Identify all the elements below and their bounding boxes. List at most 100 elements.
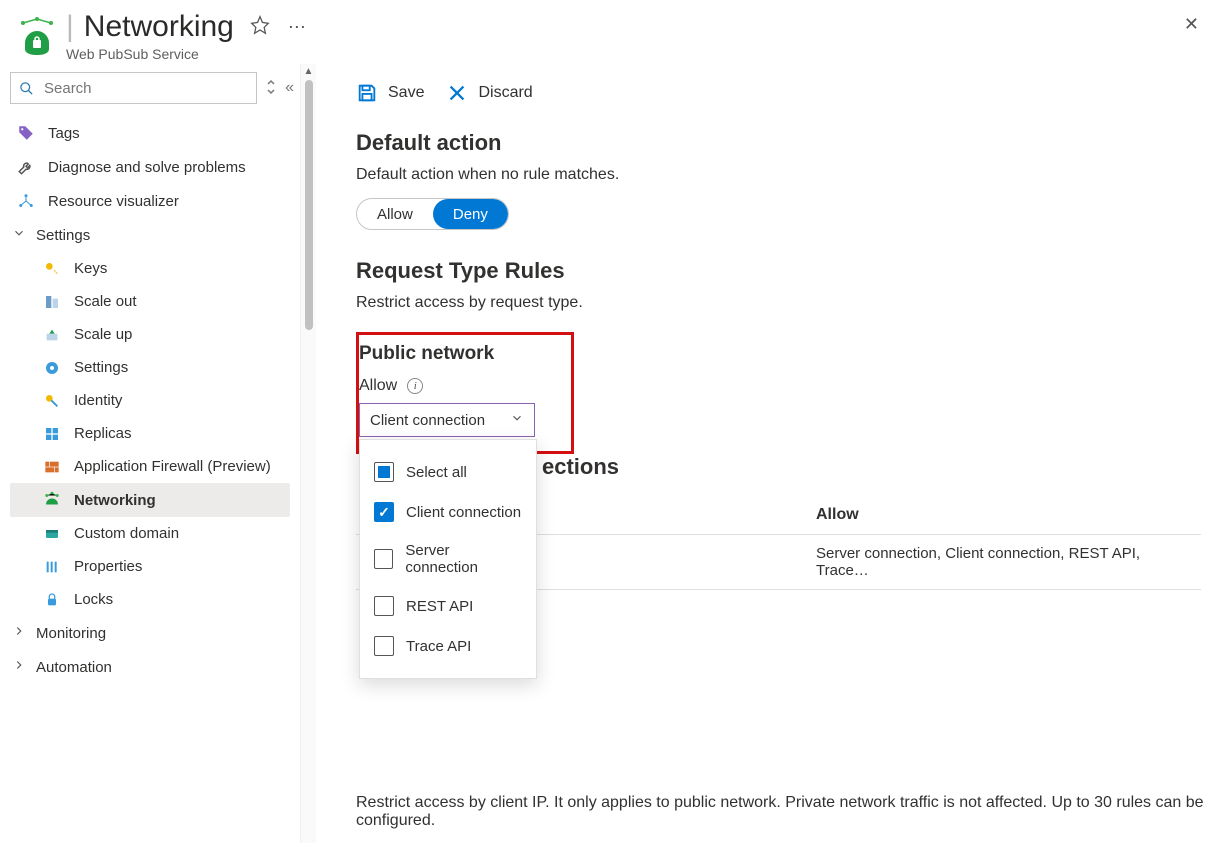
discard-button[interactable]: Discard [446,82,532,104]
sidebar-item-locks[interactable]: Locks [10,583,290,616]
sidebar-item-settings[interactable]: Settings [10,351,290,384]
allow-dropdown[interactable]: Client connection [359,403,535,437]
service-subtitle: Web PubSub Service [66,46,306,62]
sidebar-item-tags[interactable]: Tags [10,116,290,150]
more-icon[interactable]: ⋯ [288,17,306,38]
dd-opt-select-all[interactable]: Select all [374,452,522,492]
sidebar-item-label: Settings [74,359,128,376]
title-divider: | [66,10,74,44]
lock-icon [42,592,62,608]
dropdown-selected-value: Client connection [370,412,485,429]
request-rules-title: Request Type Rules [356,258,1209,284]
scroll-thumb[interactable] [305,80,313,330]
key-icon [42,261,62,277]
dd-opt-rest-api[interactable]: REST API [374,586,522,626]
allow-label: Allow [359,377,397,395]
toggle-allow[interactable]: Allow [357,199,433,229]
dd-opt-trace-api[interactable]: Trace API [374,626,522,666]
sidebar-item-custom-domain[interactable]: Custom domain [10,517,290,550]
sidebar-item-label: Locks [74,591,113,608]
sidebar-group-settings[interactable]: Settings [10,218,290,252]
chevron-down-icon [12,226,28,244]
wrench-icon [16,158,36,176]
sidebar-item-label: Networking [74,492,156,509]
pe-allow-header: Allow [796,496,1201,535]
sidebar-item-label: Application Firewall (Preview) [74,458,271,475]
sidebar-item-resource-viz[interactable]: Resource visualizer [10,184,290,218]
dd-opt-label: Server connection [405,542,522,576]
chevron-right-icon [12,658,28,676]
dd-opt-server-connection[interactable]: Server connection [374,532,522,586]
pe-allow-value: Server connection, Client connection, RE… [796,535,1201,590]
sidebar-scrollbar[interactable]: ▲ [300,64,316,843]
identity-icon [42,393,62,409]
chevron-down-icon [510,411,524,429]
tag-icon [16,124,36,142]
sidebar-group-monitoring[interactable]: Monitoring [10,616,290,650]
dd-opt-label: Select all [406,464,467,481]
checkbox-icon[interactable] [374,596,394,616]
service-icon [12,10,62,60]
nodes-icon [16,192,36,210]
favorite-star-icon[interactable] [250,15,270,40]
sidebar-item-label: Diagnose and solve problems [48,159,246,176]
dd-opt-label: Client connection [406,504,521,521]
sidebar-item-label: Scale up [74,326,132,343]
public-network-title: Public network [359,343,557,365]
sidebar-item-label: Resource visualizer [48,193,179,210]
firewall-icon [42,459,62,475]
info-icon[interactable]: i [407,378,423,394]
replicas-icon [42,426,62,442]
sidebar-item-label: Tags [48,125,80,142]
expand-collapse-icon[interactable] [265,78,277,99]
chevron-right-icon [12,624,28,642]
collapse-sidebar-icon[interactable]: « [285,79,290,97]
sidebar-item-label: Custom domain [74,525,179,542]
sidebar-item-scale-out[interactable]: Scale out [10,285,290,318]
default-action-desc: Default action when no rule matches. [356,166,1209,184]
sidebar-item-label: Replicas [74,425,132,442]
discard-label: Discard [478,84,532,102]
sidebar-item-diagnose[interactable]: Diagnose and solve problems [10,150,290,184]
search-input-wrapper[interactable] [10,72,257,104]
sidebar-item-keys[interactable]: Keys [10,252,290,285]
sidebar-item-app-firewall[interactable]: Application Firewall (Preview) [10,450,290,483]
sidebar-item-label: Scale out [74,293,137,310]
dd-opt-client-connection[interactable]: Client connection [374,492,522,532]
checkbox-icon[interactable] [374,636,394,656]
close-icon[interactable]: ✕ [1184,14,1199,35]
sidebar-item-label: Identity [74,392,122,409]
default-action-toggle[interactable]: Allow Deny [356,198,509,230]
checkbox-checked-icon[interactable] [374,502,394,522]
private-endpoint-title-partial: ections [542,454,619,480]
dd-opt-label: REST API [406,598,473,615]
search-icon [19,81,34,96]
checkbox-partial-icon[interactable] [374,462,394,482]
scale-up-icon [42,327,62,343]
page-title: Networking [84,10,234,44]
request-rules-desc: Restrict access by request type. [356,294,1209,312]
search-input[interactable] [42,79,248,98]
allow-dropdown-popup: Select all Client connection Server conn… [359,439,537,679]
sidebar-group-automation[interactable]: Automation [10,650,290,684]
dd-opt-label: Trace API [406,638,471,655]
save-button[interactable]: Save [356,82,424,104]
save-label: Save [388,84,424,102]
domain-icon [42,526,62,542]
sidebar-item-replicas[interactable]: Replicas [10,417,290,450]
scale-out-icon [42,294,62,310]
sidebar-item-label: Properties [74,558,142,575]
scroll-up-icon[interactable]: ▲ [304,66,314,77]
networking-icon [42,491,62,509]
sidebar-item-properties[interactable]: Properties [10,550,290,583]
properties-icon [42,559,62,575]
default-action-title: Default action [356,130,1209,156]
gear-icon [42,360,62,376]
sidebar-item-networking[interactable]: Networking [10,483,290,517]
checkbox-icon[interactable] [374,549,393,569]
highlight-box: Public network Allow i Client connection… [356,332,574,454]
toggle-deny[interactable]: Deny [433,199,508,229]
sidebar-item-identity[interactable]: Identity [10,384,290,417]
sidebar-item-label: Keys [74,260,107,277]
sidebar-item-scale-up[interactable]: Scale up [10,318,290,351]
